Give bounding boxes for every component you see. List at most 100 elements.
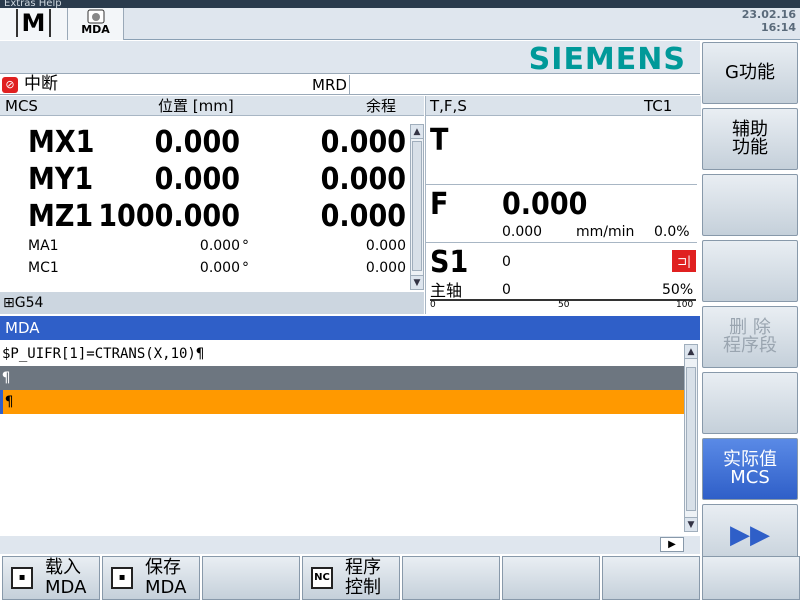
hkey-4[interactable]: NC 程序 控制 (302, 556, 400, 600)
small-axis-position: 0.000 (199, 260, 240, 276)
mda-scrollbar[interactable]: ▲ ▼ (684, 344, 698, 532)
spindle-speed: 0 (502, 254, 511, 270)
tfs-header: T,F,S TC1 (426, 96, 701, 116)
axis-remaining: 0.000 (320, 199, 406, 234)
date-text: 23.02.16 (741, 8, 796, 21)
mda-title-bar: MDA (0, 316, 700, 340)
feed-override: 0.0% (654, 224, 690, 240)
scale-min: 0 (430, 300, 436, 310)
tfs-pane: T,F,S TC1 T F 0.000 0.000 mm/min 0.0% S1… (425, 96, 701, 314)
hkey-label: 保存 (145, 557, 181, 578)
brand-row: SIEMENS (0, 41, 700, 77)
hkey-label: 控制 (345, 577, 381, 598)
softkey-label: MCS (730, 467, 770, 488)
axis-remaining: 0.000 (320, 125, 406, 160)
load-icon: ▪ (11, 567, 33, 589)
machine-mode-icon: M (15, 9, 52, 37)
mda-line-3-cursor[interactable]: ¶ (0, 390, 684, 414)
tfs-title: T,F,S (430, 97, 467, 115)
mda-scroll-up-icon[interactable]: ▲ (685, 345, 697, 359)
axis-position: 1000.000 (98, 199, 240, 234)
small-axis-position: 0.000 (199, 238, 240, 254)
hmi-screen: Extras Help M MDA 23.02.16 16:14 SIEMENS… (0, 0, 800, 600)
axis-remaining: 0.000 (320, 162, 406, 197)
axis-name: MX1 (28, 125, 95, 160)
feed-actual: 0.000 (502, 224, 543, 240)
mda-line-2[interactable]: ¶ (0, 366, 684, 390)
tfs-divider-2 (426, 242, 697, 243)
nc-icon: NC (311, 567, 333, 589)
feed-unit: mm/min (576, 224, 635, 240)
softkey-label: 程序段 (723, 335, 777, 356)
mrd-label: MRD (312, 75, 350, 95)
softkey-1[interactable]: G功能 (702, 42, 798, 104)
small-axis-remaining: 0.000 (365, 238, 406, 254)
hkey-label: 程序 (345, 557, 381, 578)
softkey-7[interactable]: 实际值 MCS (702, 438, 798, 500)
mda-scroll-thumb[interactable] (686, 367, 696, 511)
tfs-divider (426, 184, 697, 185)
scroll-right-icon[interactable]: ▶ (660, 537, 684, 552)
scroll-up-icon[interactable]: ▲ (411, 125, 423, 139)
spindle-override: 50% (662, 282, 694, 298)
hkey-2[interactable]: ▪ 保存 MDA (102, 556, 200, 600)
scale-max: 100 (676, 300, 694, 310)
program-status: 中断 (24, 74, 58, 94)
small-axis-remaining: 0.000 (365, 260, 406, 276)
feed-value: 0.000 (502, 187, 588, 222)
tool-label: T (430, 123, 449, 158)
hkey-8[interactable] (702, 556, 800, 600)
spindle-label: S1 (430, 245, 469, 280)
scroll-down-icon[interactable]: ▼ (411, 275, 423, 289)
remaining-col-label: 余程 (366, 97, 397, 115)
mda-mode-button[interactable]: MDA (68, 8, 124, 40)
spindle-name: 主轴 (430, 281, 463, 300)
softkey-4[interactable] (702, 240, 798, 302)
save-icon: ▪ (111, 567, 133, 589)
tool-carrier: TC1 (644, 97, 673, 115)
softkey-label: 功能 (732, 137, 768, 158)
scale-mid: 50 (558, 300, 570, 310)
softkey-2[interactable]: 辅助 功能 (702, 108, 798, 170)
axis-name: MZ1 (28, 199, 94, 234)
softkey-5[interactable]: 删 除程序段 (702, 306, 798, 368)
frame-icon: ⊞ (3, 295, 15, 311)
axis-position: 0.000 (154, 162, 240, 197)
mda-line-1[interactable]: $P_UIFR[1]=CTRANS(X,10)¶ (0, 342, 684, 366)
frame-label: G54 (14, 295, 44, 311)
scroll-thumb[interactable] (412, 141, 422, 271)
mda-editor[interactable]: $P_UIFR[1]=CTRANS(X,10)¶ ¶ ¶ (0, 342, 684, 536)
frame-row: ⊞G54 (0, 292, 424, 314)
hkey-label: 载入 (45, 557, 81, 578)
hkey-6[interactable] (502, 556, 600, 600)
mda-mode-label: MDA (81, 23, 110, 36)
position-col-label: 位置 [mm] (158, 97, 234, 115)
top-bar: M MDA 23.02.16 16:14 (0, 8, 800, 40)
time-text: 16:14 (760, 21, 796, 34)
datetime: 23.02.16 16:14 (742, 8, 796, 34)
mda-scroll-down-icon[interactable]: ▼ (685, 517, 697, 531)
degree-unit: ° (242, 238, 249, 254)
degree-unit: ° (242, 260, 249, 276)
axis-name: MY1 (28, 162, 94, 197)
spindle-stop-icon: ⊐| (672, 250, 696, 272)
spindle-actual: 0 (502, 282, 511, 298)
menu-bar[interactable]: Extras Help (0, 0, 800, 8)
siemens-logo: SIEMENS (528, 42, 686, 77)
hkey-1[interactable]: ▪ 载入 MDA (2, 556, 100, 600)
mda-hand-icon (87, 9, 104, 24)
hkey-7[interactable] (602, 556, 700, 600)
mcs-label: MCS (5, 97, 38, 115)
feed-label: F (430, 187, 449, 222)
hkey-3[interactable] (202, 556, 300, 600)
machine-area-button[interactable]: M (0, 8, 68, 40)
hkey-5[interactable] (402, 556, 500, 600)
position-pane: MCS 位置 [mm] 余程 ▲ ▼ ⊞G54 MX1 0.000 0.000 MY1… (0, 96, 424, 314)
softkey-3[interactable] (702, 174, 798, 236)
status-row: ⊘ 中断 MRD (0, 73, 700, 95)
hkey-label: MDA (145, 577, 187, 598)
mda-hscroll-row: ▶ (0, 536, 700, 554)
softkey-6[interactable] (702, 372, 798, 434)
position-scrollbar[interactable]: ▲ ▼ (410, 124, 424, 290)
softkey-label: G功能 (725, 62, 775, 83)
